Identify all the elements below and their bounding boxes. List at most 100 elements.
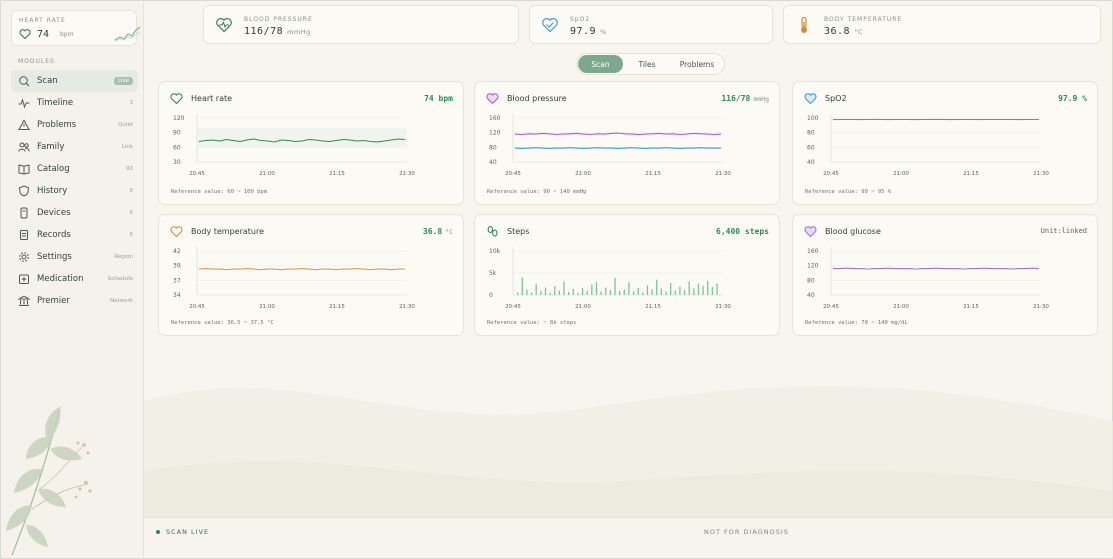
tab-tiles[interactable]: Tiles [623,55,671,73]
blood-pressure-unit: mmHg [287,28,311,36]
sidebar-item-family[interactable]: Family Link [11,136,138,158]
sidebar-item-meta: Quiet [118,122,133,128]
body-temperature-stat[interactable]: BODY TEMPERATURE 36.8 °C [783,5,1101,44]
steps-bar [591,284,593,295]
steps-bar [595,282,598,295]
sidebar-item-label: Problems [37,120,77,130]
steps-bar [646,285,649,295]
steps-bar [688,281,690,295]
steps-bar [521,277,523,295]
sidebar-item-label: Scan [37,76,58,86]
x-tick-label: 21:30 [715,304,731,310]
steps-bar [540,291,542,295]
y-tick-label: 120 [173,115,185,122]
sidebar-item-meta: Schedule [107,276,133,282]
sidebar-item-records[interactable]: Records 5 [11,224,138,246]
sidebar-item-settings[interactable]: Settings Region [11,246,138,268]
scan-live-indicator: SCAN LIVE [156,528,209,536]
card-value-number: 36.8 [422,227,443,236]
reference-value: Reference value: 36.5 ~ 37.5 °C [171,320,274,326]
spo2-unit: % [600,28,607,36]
card-value-unit: °C [445,228,453,236]
tab-problems[interactable]: Problems [671,55,723,73]
sidebar-item-meta: Live [113,77,133,85]
x-tick-label: 21:15 [645,171,661,177]
x-tick-label: 21:30 [399,304,415,310]
sidebar-item-meta: 3 [129,100,134,106]
sidebar-item-history[interactable]: History 9 [11,180,138,202]
card-title: Blood glucose [825,227,881,236]
card-title: SpO2 [825,94,847,103]
card-value-unit: mmHg [753,95,769,103]
x-tick-label: 21:15 [963,304,979,310]
spo2-value: 97.9% [570,26,607,37]
heart-rate-card[interactable]: HEART RATE 74 bpm [11,10,141,46]
sidebar-item-premier[interactable]: Premier Network [11,290,138,312]
disclaimer: NOT FOR DIAGNOSIS [704,528,789,536]
x-tick-label: 20:45 [823,171,839,177]
blood-pressure-number: 116/78 [244,26,284,37]
heart-rate-value: 74 [37,29,50,40]
steps-bar [530,292,533,295]
steps-bar [586,291,588,295]
blood-glucose-chart-card[interactable]: Blood glucose Unit:linked 160 120 80 40 20:4… [792,214,1098,336]
modules-heading: MODULES [18,58,55,65]
steps-bar [581,287,584,295]
sidebar-item-meta: Region [114,254,133,260]
x-tick-label: 21:30 [399,171,415,177]
steps-bar [535,283,537,295]
blood-pressure-stat[interactable]: BLOOD PRESSURE 116/78 mmHg [203,5,519,44]
tab-scan[interactable]: Scan [578,55,623,73]
steps-bar [614,277,616,295]
reference-value: Reference value: ~ 8k steps [487,320,577,326]
records-icon [20,230,28,240]
body-temperature-label: BODY TEMPERATURE [824,16,903,23]
steps-chart-card[interactable]: Steps 6,400 steps 10k 5k 0 20:45 21:00 21:15 2… [474,214,780,336]
y-tick-label: 160 [489,115,501,122]
bank-icon [18,295,30,306]
reference-value: Reference value: 90 ~ 140 mmHg [487,189,587,195]
drop-icon [804,226,817,238]
sidebar-item-meta: 9 [129,188,134,194]
spo2-chart-card[interactable]: SpO2 97.9 % 100 80 60 40 20:45 21:00 21:15 21:3… [792,81,1098,205]
sidebar-item-problems[interactable]: Problems Quiet [11,114,138,136]
heart-rate-chart-card[interactable]: Heart rate 74 bpm 120 90 60 30 20:45 21:00 21:… [158,81,464,205]
y-tick-label: 10k [489,248,501,255]
steps-bar [572,288,574,295]
blood-pressure-chart-card[interactable]: Blood pressure 116/78 mmHg 160 120 80 40 20:4… [474,81,780,205]
sidebar-item-catalog[interactable]: Catalog 92 [11,158,138,180]
sidebar-item-medication[interactable]: Medication Schedule [11,268,138,290]
blood-pressure-chart: 160 120 80 40 20:45 21:00 21:15 21:30 [489,114,731,177]
x-tick-label: 21:30 [1033,304,1049,310]
card-title: Steps [507,227,530,236]
module-nav: Scan Live Timeline 3 Problems Quiet Family Link… [11,70,138,312]
steps-bar [632,291,635,295]
card-value: 36.8 °C [423,227,453,236]
x-tick-label: 20:45 [189,171,205,177]
card-value: 116/78 mmHg [721,94,769,103]
y-tick-label: 80 [489,144,497,151]
y-tick-label: 100 [807,115,819,122]
y-tick-label: 120 [807,263,819,270]
steps-bar [716,283,718,295]
heart-icon [170,93,183,105]
sidebar-item-label: Settings [37,252,72,262]
heart-icon [486,93,499,105]
steps-bar [577,292,579,295]
y-tick-label: 80 [807,130,815,137]
y-tick-label: 34 [173,292,181,299]
spo2-stat[interactable]: SpO2 97.9% [529,5,773,44]
steps-bar [637,287,639,295]
reference-value: Reference value: 60 ~ 100 bpm [171,189,268,195]
steps-bar [660,288,663,295]
steps-bar [665,291,667,295]
people-icon [18,142,30,152]
sidebar-item-timeline[interactable]: Timeline 3 [11,92,138,114]
steps-bar [702,285,704,295]
body-temperature-chart-card[interactable]: Body temperature 36.8 °C 42 39 37 34 20:45 21:… [158,214,464,336]
x-tick-label: 21:30 [715,171,731,177]
y-tick-label: 60 [807,144,815,151]
sidebar-item-devices[interactable]: Devices 5 [11,202,138,224]
steps-bar [656,279,658,295]
sidebar-item-scan[interactable]: Scan Live [11,70,138,92]
